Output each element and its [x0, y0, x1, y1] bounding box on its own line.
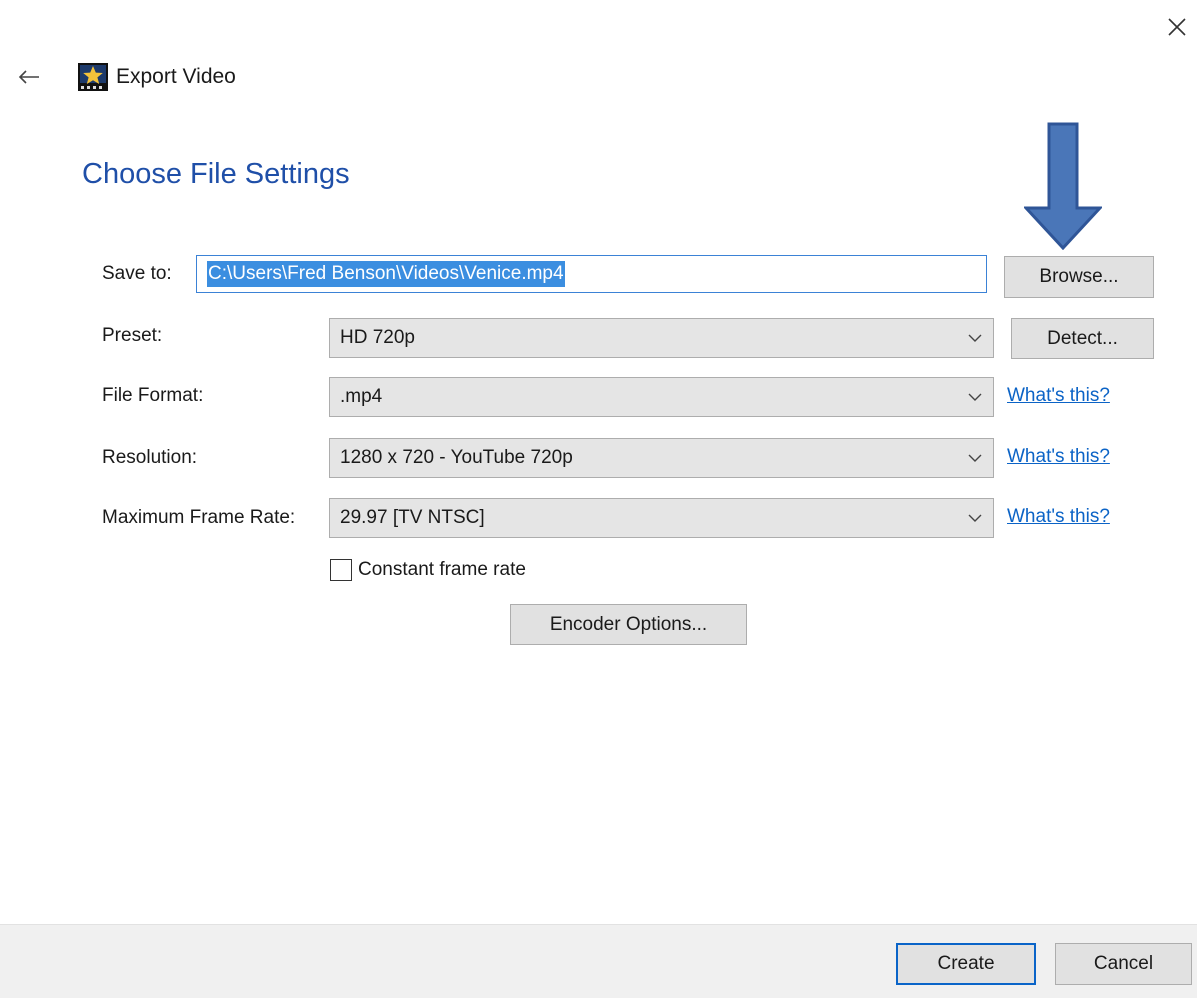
constant-frame-rate-row: Constant frame rate — [330, 559, 526, 581]
file-format-value: .mp4 — [340, 386, 383, 407]
browse-button[interactable]: Browse... — [1004, 256, 1154, 298]
preset-select[interactable]: HD 720p — [329, 318, 994, 358]
resolution-value: 1280 x 720 - YouTube 720p — [340, 447, 573, 468]
back-button[interactable] — [16, 64, 42, 90]
encoder-options-button[interactable]: Encoder Options... — [510, 604, 747, 645]
chevron-down-icon — [968, 454, 982, 462]
constant-frame-rate-checkbox[interactable] — [330, 559, 352, 581]
create-button[interactable]: Create — [896, 943, 1036, 985]
window-title: Export Video — [116, 65, 236, 88]
frame-rate-select[interactable]: 29.97 [TV NTSC] — [329, 498, 994, 538]
save-to-label: Save to: — [102, 263, 172, 284]
frame-rate-value: 29.97 [TV NTSC] — [340, 507, 485, 528]
preset-value: HD 720p — [340, 327, 415, 348]
save-to-value: C:\Users\Fred Benson\Videos\Venice.mp4 — [207, 261, 565, 287]
resolution-select[interactable]: 1280 x 720 - YouTube 720p — [329, 438, 994, 478]
frame-rate-label: Maximum Frame Rate: — [102, 507, 296, 528]
file-format-whats-this-link[interactable]: What's this? — [1007, 385, 1110, 407]
frame-rate-whats-this-link[interactable]: What's this? — [1007, 506, 1110, 528]
export-video-window: Export Video Choose File Settings Save t… — [0, 0, 1197, 998]
down-arrow-annotation-icon — [1024, 122, 1102, 250]
back-arrow-icon — [18, 70, 39, 84]
file-format-label: File Format: — [102, 385, 204, 406]
resolution-whats-this-link[interactable]: What's this? — [1007, 446, 1110, 468]
detect-button[interactable]: Detect... — [1011, 318, 1154, 359]
window-header: Export Video — [16, 62, 236, 92]
close-button[interactable] — [1162, 12, 1192, 42]
chevron-down-icon — [968, 514, 982, 522]
app-star-icon — [78, 63, 108, 91]
file-format-select[interactable]: .mp4 — [329, 377, 994, 417]
resolution-label: Resolution: — [102, 447, 198, 468]
cancel-button[interactable]: Cancel — [1055, 943, 1192, 985]
constant-frame-rate-label: Constant frame rate — [358, 559, 526, 580]
chevron-down-icon — [968, 334, 982, 342]
close-icon — [1168, 18, 1186, 36]
save-to-input[interactable]: C:\Users\Fred Benson\Videos\Venice.mp4 — [196, 255, 987, 293]
preset-label: Preset: — [102, 325, 163, 346]
dialog-footer: Create Cancel — [0, 924, 1197, 998]
page-title: Choose File Settings — [82, 158, 350, 190]
chevron-down-icon — [968, 393, 982, 401]
